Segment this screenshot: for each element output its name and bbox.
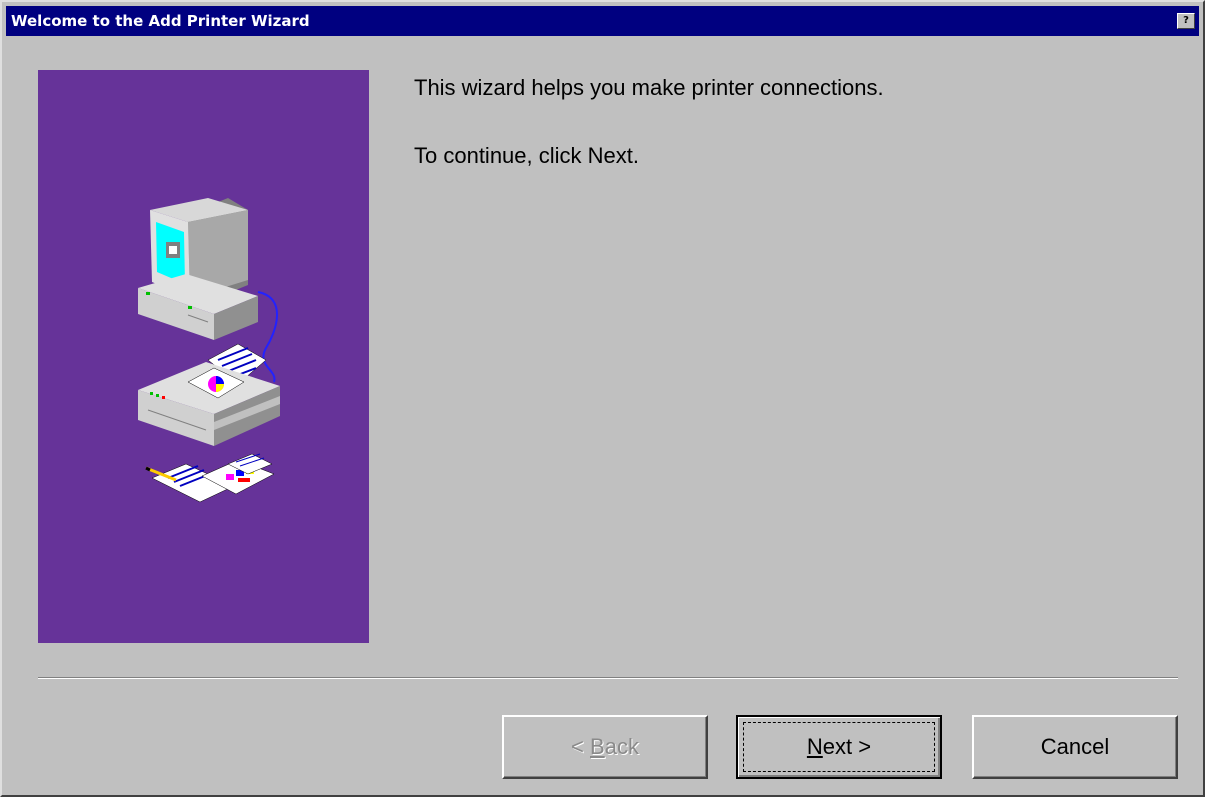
back-button-mnemonic: B: [590, 734, 605, 759]
help-icon[interactable]: ?: [1177, 13, 1195, 29]
next-button-mnemonic: N: [806, 734, 823, 759]
back-button-prefix: <: [571, 734, 591, 759]
add-printer-wizard-window: Welcome to the Add Printer Wizard ? This…: [0, 0, 1205, 797]
continue-instruction: To continue, click Next.: [414, 143, 639, 168]
back-button[interactable]: < Back: [502, 715, 708, 779]
window-title: Welcome to the Add Printer Wizard: [11, 12, 310, 30]
cancel-button[interactable]: Cancel: [972, 715, 1178, 779]
separator: [38, 677, 1178, 679]
next-button[interactable]: Next >: [736, 715, 942, 779]
documents-icon: [145, 453, 275, 503]
computer-icon: [138, 198, 258, 340]
printer-icon: [138, 343, 280, 446]
back-button-rest: ack: [604, 734, 639, 759]
intro-text: This wizard helps you make printer conne…: [414, 75, 884, 100]
title-bar[interactable]: Welcome to the Add Printer Wizard ?: [6, 6, 1199, 36]
cancel-button-label: Cancel: [1040, 734, 1110, 759]
computer-printer-illustration: [138, 198, 280, 503]
next-button-rest: ext >: [822, 734, 872, 759]
wizard-side-panel: [38, 70, 369, 643]
